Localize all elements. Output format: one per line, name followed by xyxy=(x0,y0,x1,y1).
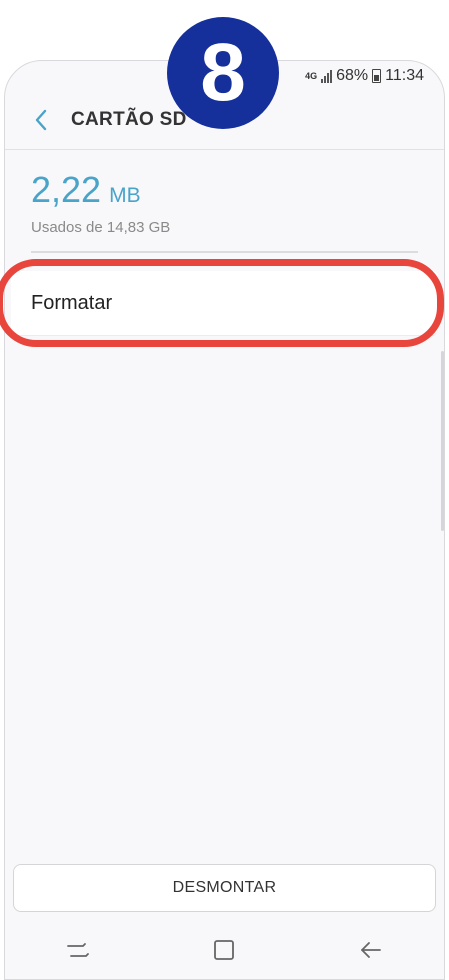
battery-percent: 68% xyxy=(336,67,369,84)
recent-apps-icon xyxy=(67,943,90,957)
header-divider xyxy=(5,149,444,150)
unmount-button[interactable]: DESMONTAR xyxy=(13,864,436,912)
page-title: CARTÃO SD xyxy=(71,109,187,130)
storage-used-unit: MB xyxy=(109,184,141,207)
storage-progress-bar xyxy=(31,251,418,253)
network-indicator: 4G xyxy=(305,71,318,81)
format-button[interactable]: Formatar xyxy=(11,271,438,335)
home-icon xyxy=(214,940,235,960)
storage-summary: 2,22 MB Usados de 14,83 GB xyxy=(31,169,170,236)
storage-used-value: 2,22 xyxy=(31,169,102,210)
back-button[interactable] xyxy=(21,100,61,140)
battery-icon xyxy=(372,69,382,83)
signal-icon xyxy=(321,69,333,83)
step-number-badge: 8 xyxy=(167,17,279,129)
chevron-left-icon xyxy=(35,109,47,131)
storage-used: 2,22 MB xyxy=(31,169,170,211)
back-nav-button[interactable] xyxy=(346,930,396,970)
phone-screen: 4G 68% 11:34 CARTÃO SD 2,22 MB Usados de… xyxy=(4,60,445,980)
scrollbar[interactable] xyxy=(441,351,444,531)
storage-total-label: Usados de 14,83 GB xyxy=(31,219,171,236)
clock: 11:34 xyxy=(385,67,424,84)
navigation-bar xyxy=(5,921,444,979)
back-arrow-icon xyxy=(360,942,381,958)
recent-apps-button[interactable] xyxy=(53,930,103,970)
home-button[interactable] xyxy=(199,930,249,970)
status-bar: 4G 68% 11:34 xyxy=(305,65,424,87)
